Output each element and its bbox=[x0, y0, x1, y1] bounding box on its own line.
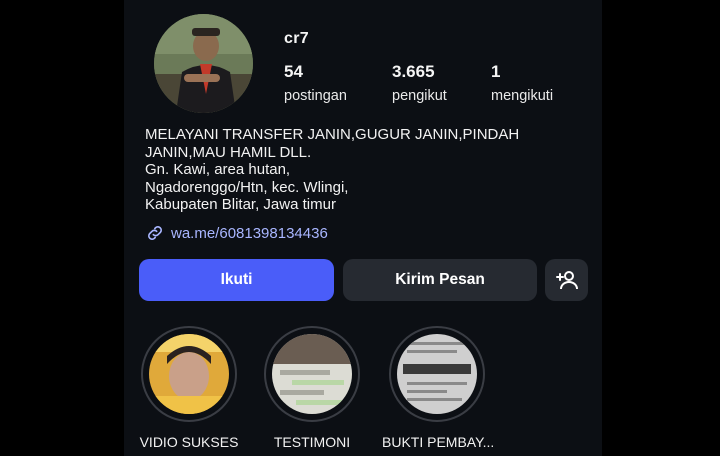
highlight-title: BUKTI PEMBAY... bbox=[382, 434, 495, 450]
profile-panel: cr7 54 postingan 3.665 pengikut 1 mengik… bbox=[124, 0, 602, 456]
followers-label: pengikut bbox=[392, 88, 447, 104]
profile-avatar[interactable] bbox=[154, 14, 253, 113]
following-count: 1 bbox=[491, 62, 501, 81]
link-text: wa.me/6081398134436 bbox=[171, 224, 328, 242]
highlight-vidio-sukses[interactable]: VIDIO SUKSES bbox=[134, 326, 244, 450]
message-button[interactable]: Kirim Pesan bbox=[343, 259, 537, 301]
bio-line: Kabupaten Blitar, Jawa timur bbox=[145, 196, 336, 214]
highlight-ring bbox=[389, 326, 485, 422]
highlight-image bbox=[397, 334, 477, 414]
profile-username: cr7 bbox=[284, 30, 309, 47]
bio-line: Ngadorenggo/Htn, kec. Wlingi, bbox=[145, 178, 349, 196]
add-user-icon bbox=[555, 271, 578, 290]
following-label: mengikuti bbox=[491, 88, 554, 104]
highlight-testimoni[interactable]: TESTIMONI bbox=[257, 326, 367, 450]
add-user-button[interactable] bbox=[545, 259, 588, 301]
link-icon bbox=[148, 226, 162, 240]
bio-line: MELAYANI TRANSFER JANIN,GUGUR JANIN,PIND… bbox=[145, 126, 520, 143]
stat-posts[interactable]: 54 postingan bbox=[284, 62, 347, 104]
highlight-thumbnail bbox=[272, 334, 352, 414]
highlight-image bbox=[272, 334, 352, 414]
posts-count: 54 bbox=[284, 62, 303, 81]
posts-label: postingan bbox=[284, 88, 347, 104]
profile-bio: MELAYANI TRANSFER JANIN,GUGUR JANIN,PIND… bbox=[145, 126, 585, 214]
bio-line: Gn. Kawi, area hutan, bbox=[145, 161, 291, 179]
stat-followers[interactable]: 3.665 pengikut bbox=[392, 62, 447, 104]
follow-button[interactable]: Ikuti bbox=[139, 259, 334, 301]
highlight-ring bbox=[264, 326, 360, 422]
highlight-title: VIDIO SUKSES bbox=[139, 434, 239, 450]
profile-link[interactable]: wa.me/6081398134436 bbox=[145, 223, 328, 243]
highlight-title: TESTIMONI bbox=[273, 434, 351, 450]
bio-line: JANIN,MAU HAMIL DLL. bbox=[145, 143, 312, 161]
highlight-image bbox=[149, 334, 229, 414]
highlight-thumbnail bbox=[149, 334, 229, 414]
highlight-thumbnail bbox=[397, 334, 477, 414]
avatar-photo bbox=[154, 14, 253, 113]
followers-count: 3.665 bbox=[392, 62, 435, 81]
highlight-ring bbox=[141, 326, 237, 422]
highlight-bukti-pembayaran[interactable]: BUKTI PEMBAY... bbox=[382, 326, 495, 450]
stat-following[interactable]: 1 mengikuti bbox=[491, 62, 553, 104]
